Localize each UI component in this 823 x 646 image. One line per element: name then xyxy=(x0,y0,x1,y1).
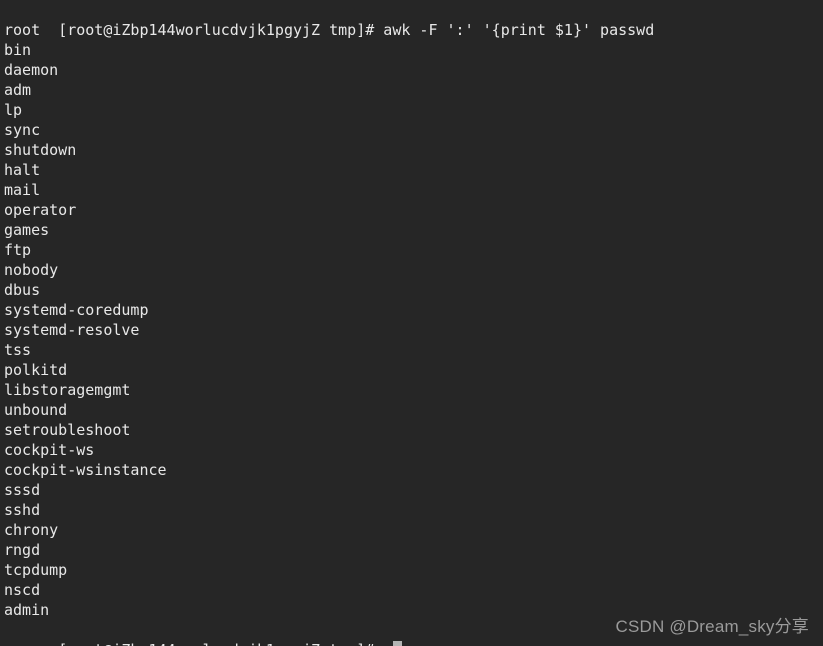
output-line: chrony xyxy=(4,521,59,539)
terminal-window[interactable]: [root@iZbp144worlucdvjk1pgyjZ tmp]# awk … xyxy=(0,0,823,646)
terminal-screen[interactable]: [root@iZbp144worlucdvjk1pgyjZ tmp]# awk … xyxy=(4,0,823,646)
output-line: unbound xyxy=(4,401,68,419)
output-line: ftp xyxy=(4,241,32,259)
output-line: sync xyxy=(4,121,41,139)
text-cursor xyxy=(393,641,403,646)
output-line: cockpit-ws xyxy=(4,441,95,459)
output-line: libstoragemgmt xyxy=(4,381,131,399)
output-line: tss xyxy=(4,341,32,359)
shell-command: awk -F ':' '{print $1}' passwd xyxy=(383,21,655,39)
output-line: mail xyxy=(4,181,41,199)
output-line: daemon xyxy=(4,61,59,79)
output-line: lp xyxy=(4,101,23,119)
output-line: shutdown xyxy=(4,141,77,159)
output-line: tcpdump xyxy=(4,561,68,579)
output-line: sssd xyxy=(4,481,41,499)
output-line: operator xyxy=(4,201,77,219)
output-line: polkitd xyxy=(4,361,68,379)
shell-prompt: [root@iZbp144worlucdvjk1pgyjZ tmp]# xyxy=(58,641,383,646)
output-line: adm xyxy=(4,81,32,99)
shell-prompt: [root@iZbp144worlucdvjk1pgyjZ tmp]# xyxy=(58,21,384,39)
output-line: sshd xyxy=(4,501,41,519)
output-line: systemd-resolve xyxy=(4,321,140,339)
command-line: [root@iZbp144worlucdvjk1pgyjZ tmp]# awk … xyxy=(4,0,823,39)
output-line: games xyxy=(4,221,50,239)
output-line: systemd-coredump xyxy=(4,301,149,319)
watermark: CSDN @Dream_sky分享 xyxy=(615,617,809,636)
output-line: nscd xyxy=(4,581,41,599)
output-line: nobody xyxy=(4,261,59,279)
output-line: halt xyxy=(4,161,41,179)
output-line: setroubleshoot xyxy=(4,421,131,439)
output-line: bin xyxy=(4,41,32,59)
output-line: cockpit-wsinstance xyxy=(4,461,167,479)
output-line: rngd xyxy=(4,541,41,559)
output-line: dbus xyxy=(4,281,41,299)
